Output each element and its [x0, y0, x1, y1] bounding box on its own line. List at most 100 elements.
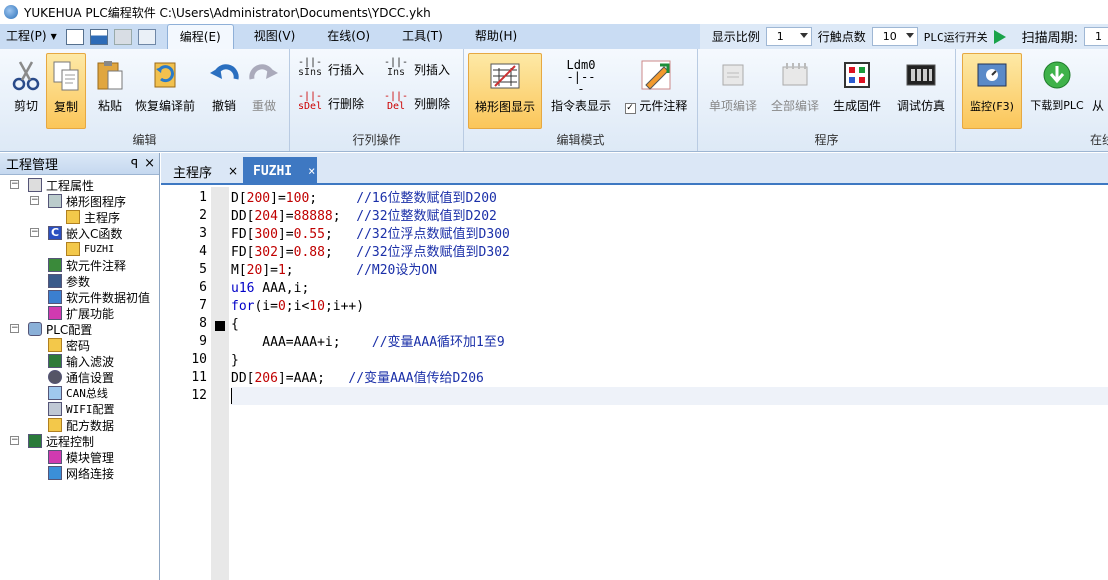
col-delete-icon: -||- Del [382, 92, 410, 114]
copy-button[interactable]: 复制 [46, 53, 86, 129]
new-file-icon[interactable] [65, 28, 84, 45]
menu-row: 工程(P) ▼ 编程(E) 视图(V) 在线(O) 工具(T) 帮助(H) 显示… [0, 24, 1108, 49]
line-number: 1 [199, 190, 207, 205]
col-delete-button[interactable]: -||- Del 列删除 [382, 91, 450, 115]
tree-item-project-props[interactable]: 工程属性 [28, 177, 94, 193]
tab-help[interactable]: 帮助(H) [463, 24, 529, 49]
download-plc-button[interactable]: 下载到PLC [1026, 53, 1088, 129]
tree-label: 密码 [66, 338, 91, 353]
edit-group-label: 编辑 [132, 133, 157, 147]
tree-label: 通信设置 [66, 370, 115, 385]
paste-button[interactable]: 粘贴 [86, 53, 134, 129]
code-line: FD[302]=0.88; //32位浮点数赋值到D302 [231, 245, 510, 260]
row-contacts-select[interactable]: 10 [871, 27, 918, 46]
redo-button[interactable]: 重做 [240, 53, 288, 129]
tab-fuzhi[interactable]: FUZHI × [243, 157, 317, 185]
open-file-icon[interactable] [89, 28, 108, 45]
tree-item-remote-control[interactable]: 远程控制 [28, 433, 94, 449]
tree-item-params[interactable]: 参数 [48, 273, 90, 289]
tab-tools[interactable]: 工具(T) [390, 24, 455, 49]
tab-label: FUZHI [253, 163, 293, 179]
tree-item-recipe-data[interactable]: 配方数据 [48, 417, 114, 433]
restore-icon [154, 62, 176, 88]
menu-project[interactable]: 工程(P) [4, 24, 51, 49]
close-icon[interactable]: × [228, 164, 238, 178]
row-delete-button[interactable]: -||- sDel 行删除 [296, 91, 364, 115]
comment-toggle[interactable]: ✓ 元件注释 [618, 53, 694, 129]
tree-item-network[interactable]: 网络连接 [48, 465, 114, 481]
upload-plc-button[interactable]: 从 [1092, 53, 1108, 129]
extension-icon [48, 306, 62, 320]
scan-period-label: 扫描周期: [1021, 31, 1078, 46]
code-editor[interactable]: 1 2 3 4 5 6 7 8 9 10 11 12 D[200]=100; /… [161, 187, 1108, 580]
row-insert-icon: -||- sIns [296, 58, 324, 80]
row-insert-button[interactable]: -||- sIns 行插入 [296, 57, 364, 81]
tree-item-can-bus[interactable]: CAN总线 [48, 385, 108, 401]
collapse-icon[interactable]: − [10, 436, 19, 445]
rowcol-group: -||- sIns 行插入 -||- sDel 行删除 -||- Ins 列插入 -|… [290, 49, 464, 151]
save-as-icon[interactable] [137, 28, 156, 45]
debug-sim-button[interactable]: 调试仿真 [890, 53, 952, 129]
single-compile-icon [722, 64, 744, 86]
tree-item-extensions[interactable]: 扩展功能 [48, 305, 114, 321]
tree-item-device-init[interactable]: 软元件数据初值 [48, 289, 150, 305]
all-compile-button[interactable]: 全部编译 [764, 53, 826, 129]
plc-run-label: PLC运行开关 [923, 30, 988, 44]
close-icon[interactable]: × [308, 164, 315, 178]
tree-item-input-filter[interactable]: 输入滤波 [48, 353, 114, 369]
tree-label: 网络连接 [66, 466, 115, 481]
save-icon[interactable] [113, 28, 132, 45]
col-insert-label: 列插入 [414, 62, 451, 77]
tree-item-plc-config[interactable]: PLC配置 [28, 321, 92, 337]
collapse-icon[interactable]: − [10, 180, 19, 189]
instruction-view-button[interactable]: Ldm0 -|--- 指令表显示 [546, 53, 616, 129]
tree-item-embedded-c[interactable]: C 嵌入C函数 [48, 225, 122, 241]
row-insert-label: 行插入 [328, 62, 365, 77]
tree-item-module-manage[interactable]: 模块管理 [48, 449, 114, 465]
col-insert-button[interactable]: -||- Ins 列插入 [382, 57, 450, 81]
filter-table-icon [48, 354, 62, 368]
tab-edit[interactable]: 编程(E) [166, 24, 234, 49]
copy-label: 复制 [53, 100, 78, 114]
editor-tabs: 主程序 × FUZHI × [161, 153, 1108, 185]
play-icon[interactable] [993, 29, 1006, 44]
generate-firmware-button[interactable]: 生成固件 [828, 53, 886, 129]
ladder-view-button[interactable]: 梯形图显示 [468, 53, 542, 129]
undo-label: 撤销 [211, 99, 236, 113]
tree-label: 梯形图程序 [66, 194, 127, 209]
edit-group: 剪切 复制 粘贴 恢复编译前 撤销 重做 编辑 [0, 49, 290, 151]
tree-item-device-comments[interactable]: 软元件注释 [48, 257, 126, 273]
download-icon [1043, 61, 1071, 89]
display-ratio-select[interactable]: 1 [765, 27, 812, 46]
tree-item-fuzhi[interactable]: FUZHI [66, 241, 114, 257]
tab-main-program[interactable]: 主程序 × [163, 157, 241, 185]
cut-button[interactable]: 剪切 [2, 53, 50, 129]
line-number: 8 [199, 316, 207, 331]
dropdown-arrow-icon[interactable]: ▼ [51, 32, 57, 41]
module-icon [48, 450, 62, 464]
line-number-gutter: 1 2 3 4 5 6 7 8 9 10 11 12 [161, 187, 211, 580]
pin-icon[interactable]: ꟼ [131, 157, 138, 171]
line-number: 10 [191, 352, 207, 367]
tree-item-main-program[interactable]: 主程序 [66, 209, 120, 225]
tree-item-password[interactable]: 密码 [48, 337, 90, 353]
monitor-button[interactable]: 监控(F3) [962, 53, 1022, 129]
collapse-icon[interactable]: − [30, 228, 39, 237]
collapse-icon[interactable]: − [30, 196, 39, 205]
tab-online[interactable]: 在线(O) [315, 24, 382, 49]
tree-item-wifi[interactable]: WIFI配置 [48, 401, 115, 417]
tree-item-comm-settings[interactable]: 通信设置 [48, 369, 114, 385]
scan-period-input[interactable]: 1 [1084, 27, 1108, 46]
collapse-icon[interactable]: − [10, 324, 19, 333]
comment-checkbox[interactable]: ✓ [624, 103, 636, 114]
app-logo-icon [4, 5, 18, 19]
close-icon[interactable]: × [144, 156, 155, 171]
ladder-view-label: 梯形图显示 [474, 100, 535, 114]
restore-compile-button[interactable]: 恢复编译前 [132, 53, 198, 129]
tree-label: 输入滤波 [66, 354, 115, 369]
fold-toggle-icon[interactable] [215, 321, 225, 331]
tree-item-ladder-program[interactable]: 梯形图程序 [48, 193, 126, 209]
single-compile-button[interactable]: 单项编译 [702, 53, 764, 129]
tab-view[interactable]: 视图(V) [242, 24, 308, 49]
tree-label: FUZHI [84, 243, 115, 255]
